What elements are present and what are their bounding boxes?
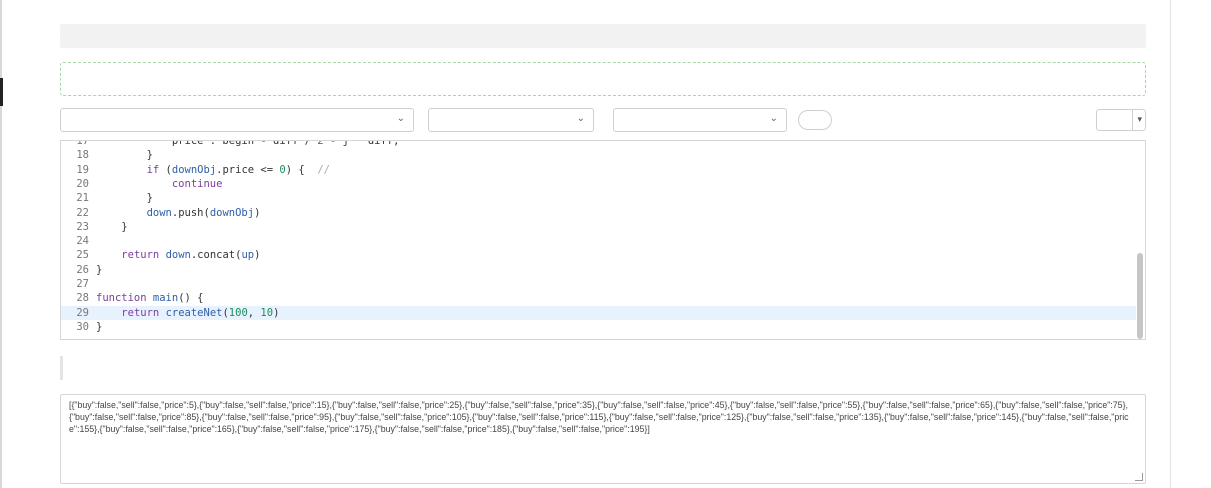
- code-text: continue: [171, 177, 223, 190]
- code-line[interactable]: 20 continue: [61, 177, 1136, 191]
- line-number: 20: [76, 177, 89, 190]
- caret-down-icon[interactable]: ▾: [1137, 114, 1142, 125]
- code-line[interactable]: 18 }: [61, 148, 1136, 162]
- result-output[interactable]: [{"buy":false,"sell":false,"price":5},{"…: [60, 394, 1146, 484]
- code-text: }: [96, 192, 153, 205]
- line-number: 23: [76, 220, 89, 233]
- notice-box: [60, 62, 1146, 96]
- editor-scrollbar[interactable]: [1137, 253, 1143, 339]
- line-number: 28: [76, 292, 89, 305]
- code-text: if (downObj.price <= 0) { //: [146, 163, 337, 176]
- code-text: }: [96, 149, 153, 162]
- code-text: }: [96, 263, 103, 276]
- code-line[interactable]: 30}: [61, 320, 1136, 334]
- code-line[interactable]: 23 }: [61, 220, 1136, 234]
- line-number: 25: [76, 249, 89, 262]
- code-line[interactable]: 28 function main() {: [61, 291, 1136, 305]
- code-text: down.push(downObj): [146, 206, 261, 219]
- code-text: function main() {: [96, 292, 204, 305]
- code-text: }: [96, 220, 128, 233]
- run-split-button[interactable]: ▾: [1096, 109, 1146, 131]
- code-line[interactable]: 22 down.push(downObj): [61, 206, 1136, 220]
- code-editor[interactable]: 30} 29 return createNet(100, 10) 28 functio…: [60, 140, 1146, 340]
- line-number: 26: [76, 263, 89, 276]
- line-number: 27: [76, 278, 89, 290]
- version-select[interactable]: ⌄: [613, 108, 787, 132]
- code-line[interactable]: 19 if (downObj.price <= 0) { //: [61, 163, 1136, 177]
- code-line[interactable]: 21 }: [61, 191, 1136, 205]
- page-frame-right: [1170, 0, 1171, 488]
- code-line[interactable]: 29 return createNet(100, 10): [61, 305, 1136, 320]
- toggle-button[interactable]: [798, 110, 832, 130]
- line-number: 22: [76, 206, 89, 219]
- code-text: return down.concat(up): [121, 249, 261, 262]
- code-text: price : begin - diff / 2 - j * diff,: [96, 140, 400, 147]
- line-number: 29: [76, 306, 89, 319]
- result-output-text: [{"buy":false,"sell":false,"price":5},{"…: [69, 400, 1129, 434]
- page-frame-left: [0, 0, 2, 488]
- code-text: }: [96, 320, 103, 333]
- code-line[interactable]: 25 return down.concat(up): [61, 248, 1136, 262]
- code-line[interactable]: 24: [61, 234, 1136, 248]
- line-number: 18: [76, 149, 89, 162]
- line-number: 24: [76, 235, 89, 248]
- chevron-down-icon: ⌄: [396, 113, 405, 124]
- line-number: 17: [76, 140, 89, 147]
- line-number: 19: [76, 163, 89, 176]
- chevron-down-icon: ⌄: [769, 113, 778, 124]
- line-number: 30: [76, 320, 89, 333]
- code-line[interactable]: 27: [61, 277, 1136, 291]
- code-line[interactable]: 17 price : begin - diff / 2 - j * diff,: [61, 140, 1136, 148]
- resize-grip-icon[interactable]: [1135, 473, 1143, 481]
- run-button-label[interactable]: [1097, 110, 1133, 130]
- chevron-down-icon: ⌄: [576, 113, 585, 124]
- frame-marker: [0, 78, 3, 106]
- code-text: return createNet(100, 10): [121, 306, 280, 319]
- line-number: 21: [76, 192, 89, 205]
- result-heading: [60, 356, 660, 380]
- section-title-bar: [60, 24, 1146, 48]
- strategy-select[interactable]: ⌄: [60, 108, 414, 132]
- code-line[interactable]: 26}: [61, 263, 1136, 277]
- language-select[interactable]: ⌄: [428, 108, 594, 132]
